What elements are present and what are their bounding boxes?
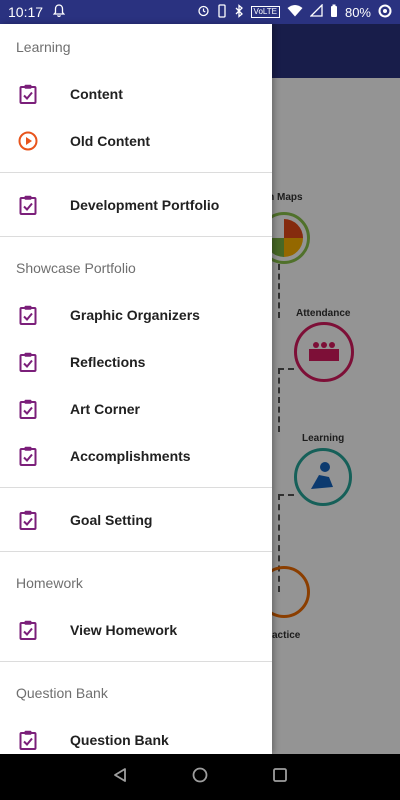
nav-item-graphic-organizers[interactable]: Graphic Organizers	[0, 291, 272, 338]
play-circle-icon	[18, 130, 38, 152]
recents-icon[interactable]	[272, 767, 288, 788]
clipboard-check-icon	[18, 445, 38, 467]
nav-item-label: Accomplishments	[70, 447, 191, 464]
nav-item-label: Goal Setting	[70, 511, 153, 528]
divider	[0, 551, 272, 552]
clipboard-check-icon	[18, 83, 38, 105]
clipboard-check-icon	[18, 194, 38, 216]
network-badge: VoLTE	[250, 6, 280, 18]
nav-item-reflections[interactable]: Reflections	[0, 338, 272, 385]
status-bar: 10:17 VoLTE 80%	[0, 0, 400, 24]
system-navigation-bar	[0, 754, 400, 800]
divider	[0, 487, 272, 488]
nav-item-old-content[interactable]: Old Content	[0, 117, 272, 164]
section-header-homework: Homework	[16, 575, 83, 591]
clipboard-check-icon	[18, 304, 38, 326]
clipboard-check-icon	[18, 509, 38, 531]
divider	[0, 236, 272, 237]
notification-bell-icon	[52, 4, 66, 20]
battery-icon	[330, 4, 338, 21]
nav-item-label: View Homework	[70, 621, 178, 638]
clipboard-check-icon	[18, 351, 38, 373]
alarm-icon	[197, 4, 210, 20]
nav-item-label: Art Corner	[70, 400, 141, 417]
battery-level: 80%	[344, 4, 371, 20]
wifi-icon	[287, 4, 303, 20]
nav-item-label: Development Portfolio	[70, 196, 220, 213]
clipboard-check-icon	[18, 729, 38, 751]
vibrate-icon	[217, 3, 227, 21]
status-time: 10:17	[8, 4, 44, 20]
navigation-drawer: Learning Content Old Content Development…	[0, 24, 272, 754]
section-header-question-bank: Question Bank	[16, 685, 108, 701]
nav-item-art-corner[interactable]: Art Corner	[0, 385, 272, 432]
section-header-showcase-portfolio: Showcase Portfolio	[16, 260, 136, 276]
nav-item-goal-setting[interactable]: Goal Setting	[0, 496, 272, 543]
nav-item-label: Graphic Organizers	[70, 306, 200, 323]
section-header-learning: Learning	[16, 39, 71, 55]
signal-icon	[309, 3, 323, 20]
sync-icon	[378, 4, 392, 21]
nav-item-label: Content	[70, 85, 123, 102]
nav-item-question-bank[interactable]: Question Bank	[0, 716, 272, 754]
clipboard-check-icon	[18, 398, 38, 420]
nav-item-accomplishments[interactable]: Accomplishments	[0, 432, 272, 479]
bluetooth-icon	[234, 3, 244, 21]
divider	[0, 661, 272, 662]
nav-item-label: Question Bank	[70, 731, 169, 748]
nav-item-view-homework[interactable]: View Homework	[0, 606, 272, 653]
back-icon[interactable]	[112, 767, 128, 788]
divider	[0, 172, 272, 173]
clipboard-check-icon	[18, 619, 38, 641]
nav-item-development-portfolio[interactable]: Development Portfolio	[0, 181, 272, 228]
nav-item-label: Old Content	[70, 132, 151, 149]
nav-item-label: Reflections	[70, 353, 146, 370]
nav-item-content[interactable]: Content	[0, 70, 272, 117]
home-icon[interactable]	[192, 767, 208, 788]
